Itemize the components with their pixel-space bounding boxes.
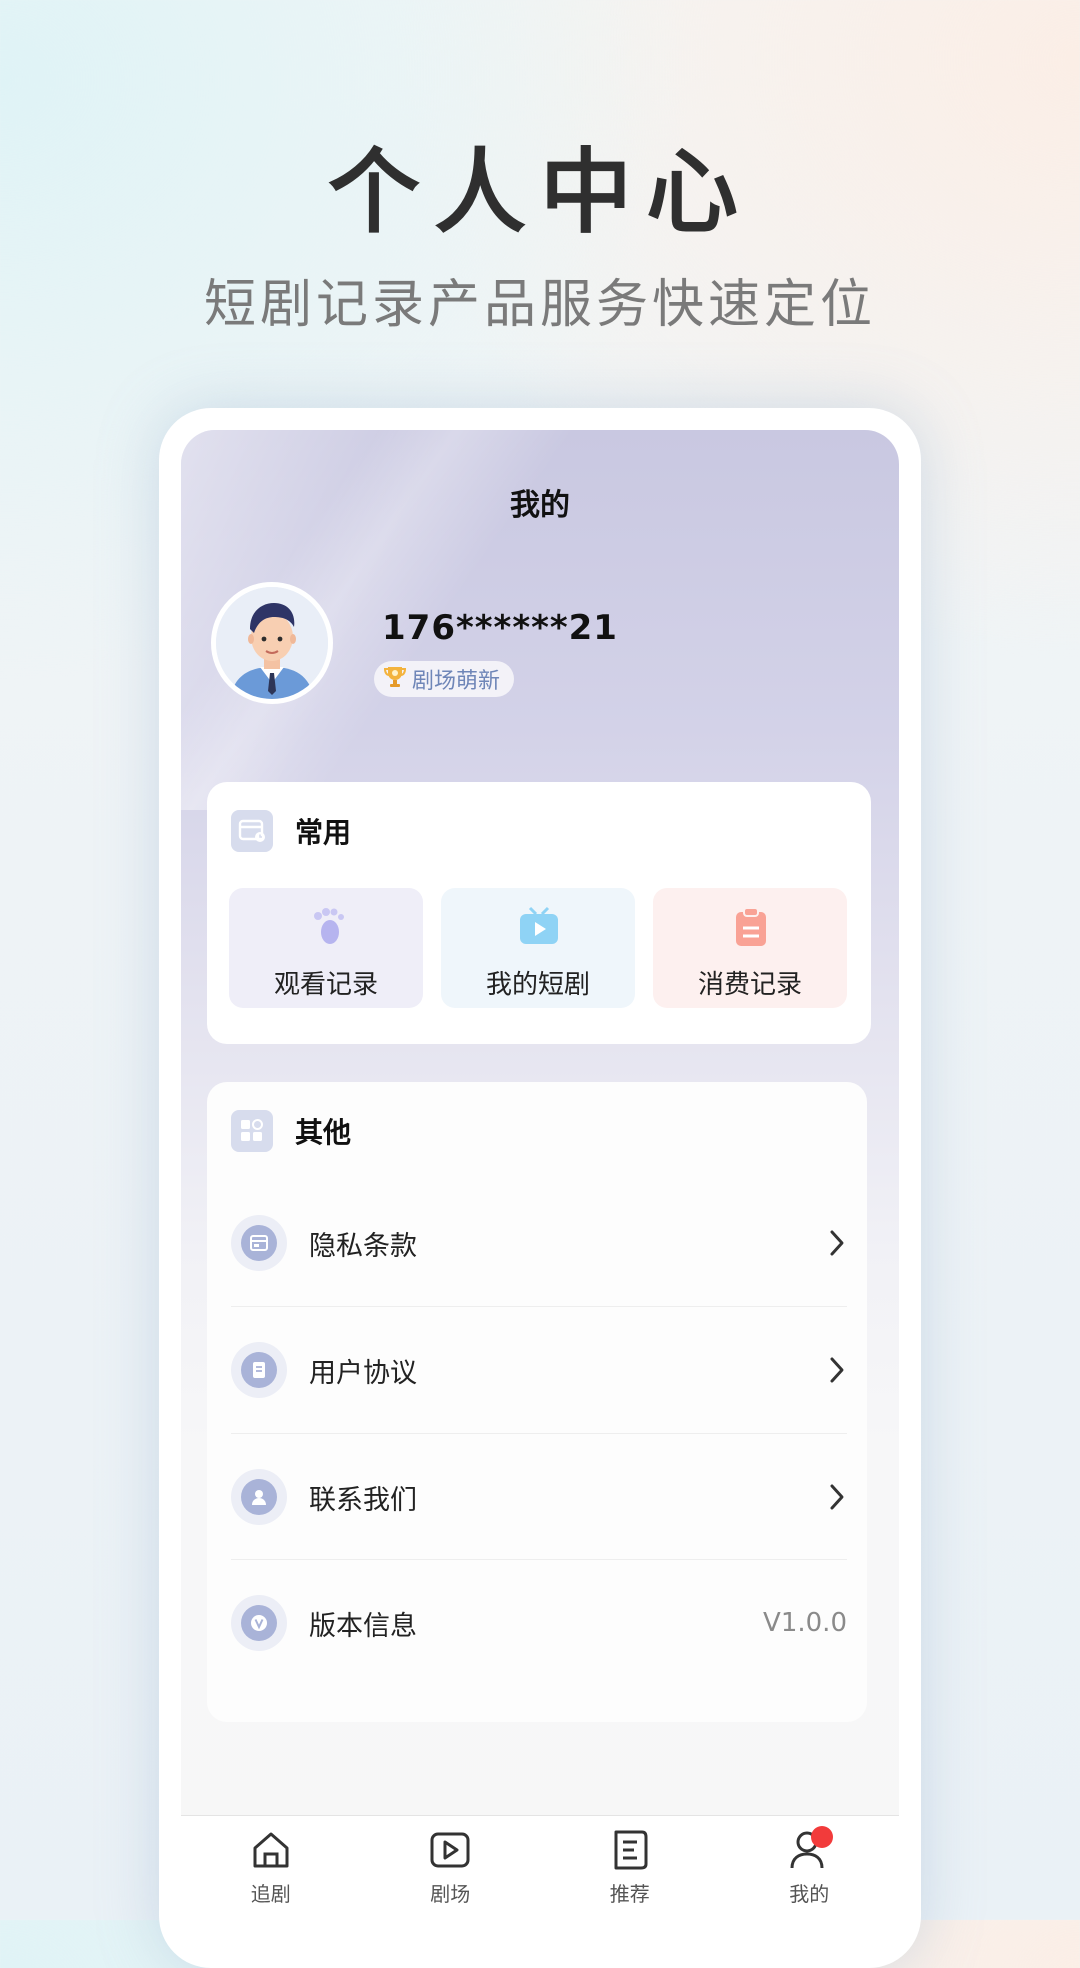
- other-card: 其他 隐私条款 用户协议 联系我们 版本信息 V1.0.0: [207, 1082, 867, 1722]
- profile-icon: [787, 1826, 834, 1872]
- footprint-icon: [314, 908, 344, 944]
- spending-history-button[interactable]: 消费记录: [653, 888, 847, 1008]
- contact-us-label: 联系我们: [309, 1484, 417, 1516]
- privacy-policy-row[interactable]: 隐私条款: [231, 1180, 847, 1306]
- tv-play-icon: [520, 906, 558, 944]
- avatar-illustration: [216, 587, 328, 699]
- tab-mine-label: 我的: [789, 1882, 830, 1906]
- spending-history-label: 消费记录: [697, 970, 802, 1000]
- privacy-icon: [231, 1215, 287, 1271]
- watch-history-label: 观看记录: [273, 970, 378, 1000]
- other-card-title: 其他: [295, 1116, 352, 1149]
- tab-follow[interactable]: 追剧: [181, 1816, 361, 1921]
- page-title: 我的: [510, 488, 570, 523]
- tab-theater[interactable]: 剧场: [361, 1816, 541, 1921]
- other-section-icon: [231, 1110, 273, 1152]
- tab-mine[interactable]: 我的: [720, 1816, 900, 1921]
- trophy-icon: [382, 663, 408, 695]
- tab-follow-label: 追剧: [250, 1882, 291, 1906]
- tab-recommend-label: 推荐: [609, 1882, 650, 1906]
- bottom-tab-bar: 追剧 剧场 推荐 我的: [181, 1815, 899, 1921]
- common-section-icon: [231, 810, 273, 852]
- user-agreement-label: 用户协议: [309, 1357, 417, 1389]
- my-dramas-button[interactable]: 我的短剧: [441, 888, 635, 1008]
- contact-icon: [231, 1469, 287, 1525]
- privacy-policy-label: 隐私条款: [309, 1230, 417, 1262]
- common-card: 常用 观看记录 我的短剧 消费记录: [207, 782, 871, 1044]
- watch-history-button[interactable]: 观看记录: [229, 888, 423, 1008]
- user-agreement-row[interactable]: 用户协议: [231, 1307, 847, 1433]
- promo-title: 个人中心: [327, 139, 752, 246]
- other-card-header: 其他: [231, 1110, 351, 1152]
- chevron-right-icon: [830, 1357, 844, 1383]
- tab-recommend[interactable]: 推荐: [540, 1816, 720, 1921]
- level-badge-label: 剧场萌新: [412, 669, 501, 694]
- level-badge: 剧场萌新: [374, 661, 515, 697]
- my-dramas-label: 我的短剧: [485, 970, 590, 1000]
- contact-us-row[interactable]: 联系我们: [231, 1434, 847, 1560]
- common-card-header: 常用: [231, 810, 351, 852]
- common-card-title: 常用: [295, 816, 352, 849]
- chevron-right-icon: [830, 1484, 844, 1510]
- play-icon: [430, 1832, 470, 1868]
- document-icon: [231, 1342, 287, 1398]
- avatar[interactable]: [211, 582, 333, 704]
- tab-theater-label: 剧场: [430, 1882, 471, 1906]
- version-number: V1.0.0: [763, 1608, 847, 1638]
- promo-subtitle: 短剧记录产品服务快速定位: [203, 275, 876, 335]
- app-screen: 我的 176******21 剧场萌新 常用 观看记录 我的短剧 消费记录 其他…: [181, 430, 899, 1920]
- home-icon: [253, 1832, 289, 1868]
- common-tiles: 观看记录 我的短剧 消费记录: [229, 888, 847, 1008]
- version-info-row[interactable]: 版本信息 V1.0.0: [231, 1560, 847, 1686]
- version-info-label: 版本信息: [309, 1610, 417, 1642]
- clipboard-icon: [736, 907, 766, 946]
- user-phone-number: 176******21: [382, 608, 618, 648]
- recommend-icon: [614, 1830, 648, 1870]
- version-icon: [231, 1595, 287, 1651]
- chevron-right-icon: [830, 1230, 844, 1256]
